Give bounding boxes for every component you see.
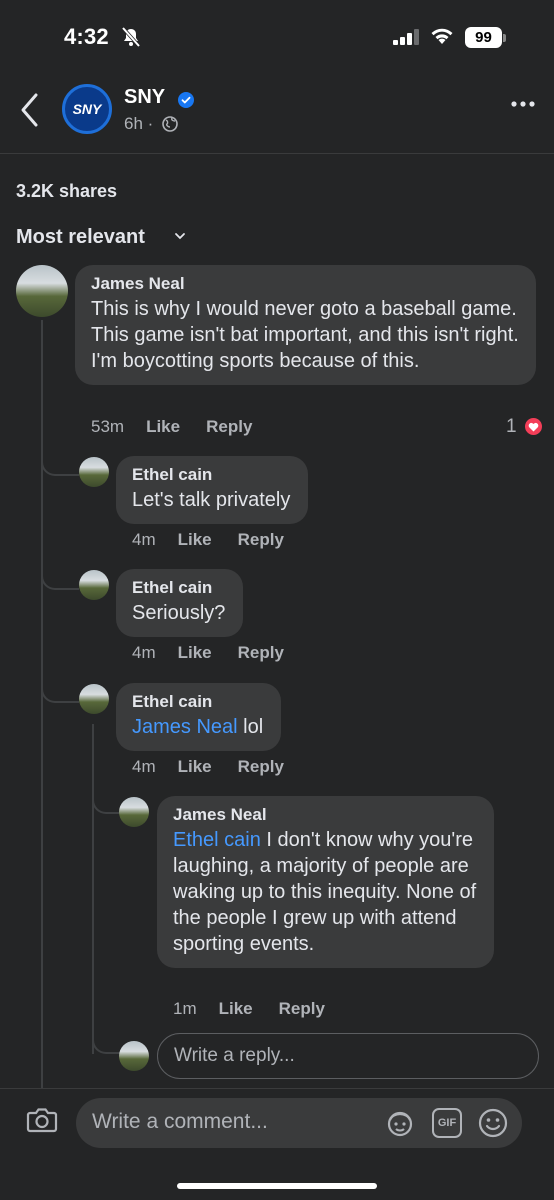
like-button[interactable]: Like xyxy=(219,999,253,1019)
avatar[interactable] xyxy=(79,457,109,487)
comment-time: 4m xyxy=(132,757,156,776)
like-button[interactable]: Like xyxy=(178,530,212,550)
comment-bubble[interactable]: James Neal Ethel cain I don't know why y… xyxy=(157,796,494,968)
avatar-sticker-icon[interactable] xyxy=(385,1108,415,1138)
comment-author[interactable]: Ethel cain xyxy=(132,692,263,712)
reply-button[interactable]: Reply xyxy=(279,999,325,1019)
comment-author[interactable]: James Neal xyxy=(173,805,478,825)
comment-actions: 53m Like Reply xyxy=(91,417,252,437)
comment-time: 4m xyxy=(132,530,156,549)
mention-link[interactable]: Ethel cain xyxy=(173,829,261,851)
status-time: 4:32 xyxy=(64,24,109,49)
thread-line xyxy=(41,320,43,1088)
gif-icon[interactable]: GIF xyxy=(432,1108,462,1138)
thread-connector xyxy=(41,564,79,590)
comment-bubble[interactable]: Ethel cain Seriously? xyxy=(116,569,244,637)
comment-input-placeholder[interactable]: Write a comment... xyxy=(92,1110,268,1134)
comment-text: Ethel cain I don't know why you're laugh… xyxy=(173,827,478,957)
avatar[interactable] xyxy=(79,684,109,714)
comment-text: This is why I would never goto a basebal… xyxy=(91,298,519,372)
globe-icon xyxy=(162,116,178,132)
comment-text: Let's talk privately xyxy=(132,489,291,511)
bell-muted-icon xyxy=(121,27,141,47)
header-divider xyxy=(0,153,554,154)
chevron-down-icon[interactable] xyxy=(174,232,186,240)
avatar[interactable] xyxy=(16,265,68,317)
avatar xyxy=(119,1041,149,1071)
reply-input[interactable]: Write a reply... xyxy=(157,1033,539,1079)
comment-text: Seriously? xyxy=(132,602,226,624)
post-timestamp: 6h · xyxy=(124,114,154,133)
comment-text-body: lol xyxy=(237,716,264,738)
comment-sort-dropdown[interactable]: Most relevant xyxy=(16,226,145,249)
shares-count[interactable]: 3.2K shares xyxy=(16,181,117,202)
like-button[interactable]: Like xyxy=(178,643,212,663)
comment-text: James Neal lol xyxy=(132,714,263,740)
page-avatar[interactable]: SNY xyxy=(62,84,112,134)
like-button[interactable]: Like xyxy=(178,757,212,777)
thread-connector xyxy=(92,790,120,814)
comment-actions: 4m Like Reply xyxy=(132,757,284,777)
more-options-icon[interactable] xyxy=(510,100,536,108)
thread-connector xyxy=(41,450,79,476)
camera-icon[interactable] xyxy=(26,1106,58,1134)
comment-actions: 4m Like Reply xyxy=(132,643,284,663)
thread-connector xyxy=(92,1030,120,1054)
verified-badge-icon xyxy=(178,92,194,108)
comment-time: 4m xyxy=(132,643,156,662)
comment-author[interactable]: Ethel cain xyxy=(132,578,225,598)
thread-connector xyxy=(41,677,79,703)
comment-bubble[interactable]: James Neal This is why I would never got… xyxy=(75,265,536,385)
avatar[interactable] xyxy=(119,797,149,827)
reply-button[interactable]: Reply xyxy=(238,643,284,663)
mention-link[interactable]: James Neal xyxy=(132,716,238,738)
like-button[interactable]: Like xyxy=(146,417,180,437)
comment-author[interactable]: James Neal xyxy=(91,274,520,294)
page-name[interactable]: SNY xyxy=(124,86,165,109)
back-arrow-icon[interactable] xyxy=(18,92,42,128)
comment-bubble[interactable]: Ethel cain James Neal lol xyxy=(116,683,282,751)
reply-button[interactable]: Reply xyxy=(238,530,284,550)
wifi-icon xyxy=(431,28,453,44)
battery-level: 99 xyxy=(465,27,502,48)
comment-actions: 4m Like Reply xyxy=(132,530,284,550)
comment-time: 53m xyxy=(91,417,125,436)
reply-button[interactable]: Reply xyxy=(238,757,284,777)
battery-icon xyxy=(503,34,506,42)
cellular-signal-icon xyxy=(393,29,419,45)
comment-bubble[interactable]: Ethel cain Let's talk privately xyxy=(116,456,309,524)
comment-actions: 1m Like Reply xyxy=(173,999,325,1019)
heart-reaction-icon[interactable] xyxy=(523,416,544,437)
home-indicator[interactable] xyxy=(177,1183,377,1189)
reply-button[interactable]: Reply xyxy=(206,417,252,437)
comment-time: 1m xyxy=(173,999,197,1018)
thread-line xyxy=(92,724,94,1054)
emoji-icon[interactable] xyxy=(477,1107,509,1139)
logo-text: SNY xyxy=(72,101,102,117)
reaction-count[interactable]: 1 xyxy=(506,416,517,438)
avatar[interactable] xyxy=(79,570,109,600)
comment-author[interactable]: Ethel cain xyxy=(132,465,290,485)
